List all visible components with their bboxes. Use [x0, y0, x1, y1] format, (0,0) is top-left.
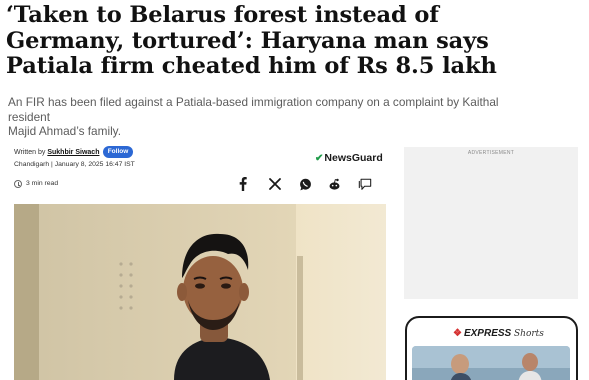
newsguard-label: NewsGuard: [324, 152, 383, 164]
clock-icon: [14, 180, 22, 188]
headline-line-3: Patiala firm cheated him of Rs 8.5 lakh: [6, 53, 497, 79]
location: Chandigarh: [14, 161, 50, 168]
newsguard-check-icon: ✔: [315, 153, 324, 164]
read-time: 3 min read: [26, 180, 59, 187]
follow-button[interactable]: Follow: [103, 146, 133, 158]
shorts-brand-name: EXPRESS: [463, 328, 512, 339]
newsguard-badge[interactable]: ✔NewsGuard: [315, 152, 383, 164]
subhead-line-2: Majid Ahmad’s family.: [8, 124, 121, 138]
subhead-line-1: An FIR has been filed against a Patiala-…: [8, 95, 499, 124]
express-shorts-logo: ❖ EXPRESS Shorts: [453, 328, 544, 339]
shorts-thumbnail[interactable]: [412, 346, 570, 380]
facebook-icon[interactable]: [236, 176, 250, 192]
advertisement-label: ADVERTISEMENT: [467, 150, 515, 156]
dateline-separator: |: [51, 161, 53, 168]
advertisement-slot[interactable]: ADVERTISEMENT: [404, 147, 578, 299]
written-by: Written by Sukhbir Siwach: [14, 149, 99, 156]
headline-line-1: ‘Taken to Belarus forest instead of: [6, 2, 439, 28]
reddit-icon[interactable]: [327, 176, 341, 192]
publish-date: January 8, 2025 16:47 IST: [54, 161, 135, 168]
express-shorts-icon: ❖: [453, 328, 462, 339]
x-icon[interactable]: [268, 176, 282, 192]
express-shorts-widget[interactable]: ❖ EXPRESS Shorts: [405, 316, 578, 380]
written-by-label: Written by: [14, 149, 46, 156]
shorts-thumbnail-image: [412, 346, 570, 380]
whatsapp-icon[interactable]: [298, 176, 312, 192]
article-hero-video[interactable]: [14, 204, 386, 380]
shorts-brand-suffix: Shorts: [514, 329, 544, 339]
dateline: Chandigarh | January 8, 2025 16:47 IST: [14, 161, 135, 168]
headline-line-2: Germany, tortured’: Haryana man says: [6, 27, 489, 54]
article-subheading: An FIR has been filed against a Patiala-…: [8, 95, 508, 139]
hero-video-frame-image: [14, 204, 386, 380]
comment-icon[interactable]: [358, 176, 372, 192]
author-link[interactable]: Sukhbir Siwach: [47, 149, 99, 156]
article-headline: ‘Taken to Belarus forest instead of Germ…: [6, 2, 586, 80]
